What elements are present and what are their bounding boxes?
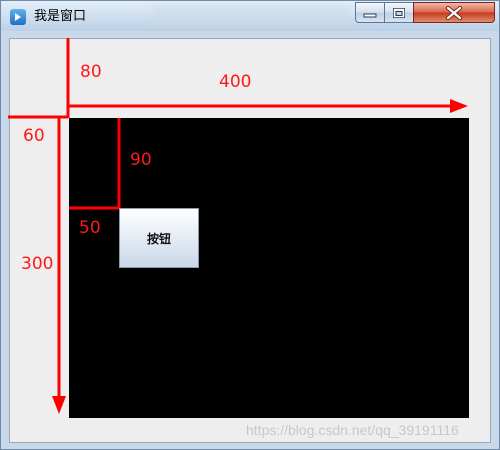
- label-height: 300: [21, 254, 54, 274]
- black-panel: [69, 118, 469, 418]
- minimize-icon: [363, 13, 377, 17]
- java-app-icon[interactable]: [10, 9, 26, 25]
- minimize-button[interactable]: [355, 2, 385, 23]
- close-icon: [446, 5, 462, 20]
- label-top-offset: 80: [80, 62, 102, 82]
- title-bar[interactable]: 我是窗口: [1, 1, 499, 31]
- close-button[interactable]: [413, 2, 495, 23]
- csdn-watermark: https://blog.csdn.net/qq_39191116: [246, 422, 459, 438]
- maximize-icon: [393, 7, 405, 18]
- label-left-offset: 60: [23, 126, 45, 146]
- title-bar-glass: [151, 4, 351, 26]
- action-button[interactable]: 按钮: [119, 208, 199, 268]
- window-title: 我是窗口: [34, 9, 87, 24]
- label-button-y: 90: [130, 150, 152, 170]
- maximize-button[interactable]: [384, 2, 414, 23]
- label-button-x: 50: [79, 218, 101, 238]
- label-width: 400: [219, 72, 252, 92]
